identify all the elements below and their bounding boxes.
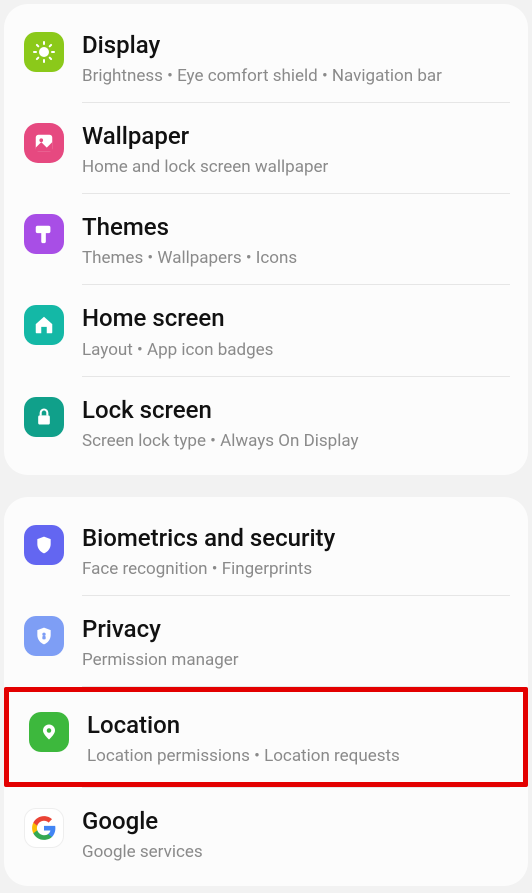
item-subtitle: Face recognition • Fingerprints (82, 558, 508, 581)
settings-group-2: Biometrics and security Face recognition… (4, 497, 528, 887)
item-subtitle: Brightness • Eye comfort shield • Naviga… (82, 65, 508, 88)
item-subtitle: Google services (82, 841, 508, 864)
item-title: Lock screen (82, 395, 508, 426)
item-title: Google (82, 806, 508, 837)
google-icon (24, 808, 64, 848)
shield-icon (24, 525, 64, 565)
location-pin-icon (29, 712, 69, 752)
item-title: Location (87, 710, 503, 741)
highlight-location: Location Location permissions • Location… (4, 687, 528, 787)
item-subtitle: Themes • Wallpapers • Icons (82, 247, 508, 270)
settings-item-google[interactable]: Google Google services (4, 788, 528, 878)
sun-icon (24, 32, 64, 72)
privacy-shield-icon (24, 616, 64, 656)
image-icon (24, 123, 64, 163)
settings-item-display[interactable]: Display Brightness • Eye comfort shield … (4, 12, 528, 102)
item-title: Privacy (82, 614, 508, 645)
settings-item-home[interactable]: Home screen Layout • App icon badges (4, 285, 528, 375)
item-title: Biometrics and security (82, 523, 508, 554)
settings-item-location[interactable]: Location Location permissions • Location… (9, 692, 523, 782)
settings-item-lock[interactable]: Lock screen Screen lock type • Always On… (4, 377, 528, 467)
item-title: Home screen (82, 303, 508, 334)
paint-icon (24, 214, 64, 254)
item-title: Display (82, 30, 508, 61)
item-subtitle: Home and lock screen wallpaper (82, 156, 508, 179)
item-subtitle: Location permissions • Location requests (87, 745, 503, 768)
settings-item-themes[interactable]: Themes Themes • Wallpapers • Icons (4, 194, 528, 284)
item-title: Themes (82, 212, 508, 243)
settings-group-1: Display Brightness • Eye comfort shield … (4, 4, 528, 475)
lock-icon (24, 397, 64, 437)
settings-item-privacy[interactable]: Privacy Permission manager (4, 596, 528, 686)
settings-item-biometrics[interactable]: Biometrics and security Face recognition… (4, 505, 528, 595)
item-subtitle: Permission manager (82, 649, 508, 672)
item-subtitle: Layout • App icon badges (82, 339, 508, 362)
item-title: Wallpaper (82, 121, 508, 152)
settings-item-wallpaper[interactable]: Wallpaper Home and lock screen wallpaper (4, 103, 528, 193)
home-icon (24, 305, 64, 345)
item-subtitle: Screen lock type • Always On Display (82, 430, 508, 453)
